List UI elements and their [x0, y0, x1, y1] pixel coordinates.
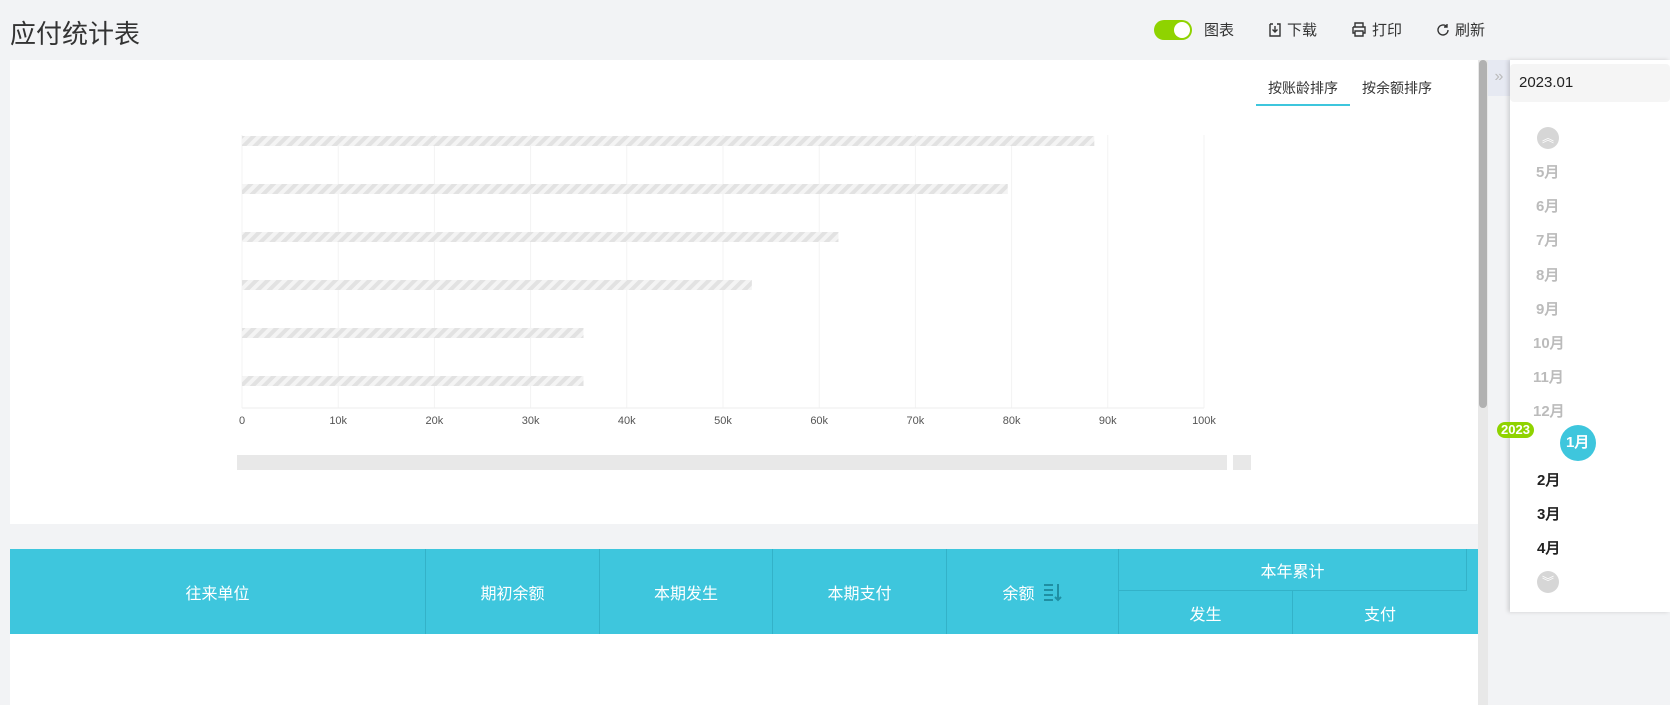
x-tick-label: 100k — [1192, 415, 1216, 427]
refresh-label: 刷新 — [1455, 22, 1486, 39]
month-item[interactable]: 3月 — [1537, 503, 1560, 524]
chart-card: 按账龄排序 按余额排序 0 10k 20k 30k 40k 50k 60k 70k 80k 90k… — [10, 60, 1478, 524]
x-tick-label: 90k — [1099, 415, 1117, 427]
x-tick-label: 40k — [618, 415, 636, 427]
refresh-button[interactable]: 刷新 — [1436, 19, 1485, 40]
month-item[interactable]: 2月 — [1537, 469, 1560, 490]
month-item[interactable]: 8月 — [1536, 264, 1559, 285]
header-current-occur: 本期发生 — [600, 549, 773, 634]
page-title: 应付统计表 — [10, 19, 141, 49]
month-item[interactable]: 7月 — [1536, 229, 1559, 250]
year-badge: 2023 — [1497, 422, 1534, 438]
x-tick-label: 60k — [810, 415, 828, 427]
month-item[interactable]: 6月 — [1536, 195, 1559, 216]
toolbar: 图表 下载 打印 刷新 — [1154, 19, 1519, 40]
double-chevron-up-icon: ︽ — [1541, 131, 1554, 145]
scroll-down-button[interactable]: ︾ — [1537, 571, 1559, 593]
header-ytd-occur: 发生 — [1119, 591, 1293, 634]
x-tick-label: 10k — [329, 415, 347, 427]
month-item[interactable]: 5月 — [1536, 161, 1559, 182]
header-current-pay: 本期支付 — [773, 549, 947, 634]
date-input[interactable]: 2023.01 — [1510, 64, 1670, 102]
data-zoom-handle — [1233, 455, 1251, 470]
vertical-scrollbar[interactable] — [1478, 60, 1488, 705]
collapse-sidebar-button[interactable]: » — [1488, 60, 1510, 96]
x-tick-label: 0 — [239, 415, 245, 427]
month-item[interactable]: 10月 — [1533, 332, 1565, 353]
header-opening: 期初余额 — [426, 549, 600, 634]
chart-toggle[interactable] — [1154, 19, 1192, 40]
header-ytd: 本年累计 — [1119, 549, 1467, 591]
month-item[interactable]: 12月 — [1533, 400, 1565, 421]
x-tick-label: 80k — [1003, 415, 1021, 427]
x-tick-label: 70k — [907, 415, 925, 427]
bar — [242, 328, 584, 338]
refresh-icon — [1437, 23, 1449, 36]
double-chevron-right-icon: » — [1494, 68, 1504, 85]
header-company: 往来单位 — [10, 549, 426, 634]
data-zoom-slider — [237, 455, 1227, 470]
print-label: 打印 — [1372, 22, 1403, 39]
print-icon — [1352, 22, 1366, 37]
scrollbar-thumb[interactable] — [1479, 60, 1487, 408]
download-label: 下载 — [1287, 22, 1318, 39]
bar — [242, 376, 584, 386]
header-balance-label: 余额 — [1002, 585, 1035, 603]
bar — [242, 280, 752, 290]
x-tick-label: 30k — [522, 415, 540, 427]
header-ytd-pay: 支付 — [1363, 606, 1396, 624]
x-tick-label: 20k — [426, 415, 444, 427]
month-item[interactable]: 4月 — [1537, 537, 1560, 558]
chart-toggle-label: 图表 — [1204, 22, 1235, 39]
print-button[interactable]: 打印 — [1351, 19, 1402, 40]
download-button[interactable]: 下载 — [1268, 19, 1317, 40]
bar-chart: 0 10k 20k 30k 40k 50k 60k 70k 80k 90k 100k — [237, 135, 1251, 470]
x-tick-label: 50k — [714, 415, 732, 427]
header-balance[interactable]: 余额 — [947, 549, 1119, 634]
double-chevron-down-icon: ︾ — [1541, 575, 1554, 589]
scroll-up-button[interactable]: ︽ — [1537, 127, 1559, 149]
bar — [242, 184, 1008, 194]
month-item[interactable]: 9月 — [1536, 298, 1559, 319]
bar — [242, 232, 839, 242]
bar — [242, 136, 1095, 146]
month-selected[interactable]: 1月 — [1560, 425, 1596, 461]
table-body — [10, 634, 1478, 705]
table-header: 往来单位 期初余额 本期发生 本期支付 余额 本年累计 发生 支付 — [10, 549, 1478, 634]
month-item[interactable]: 11月 — [1533, 366, 1564, 387]
download-icon — [1269, 22, 1281, 37]
sort-icon[interactable] — [1043, 582, 1063, 602]
